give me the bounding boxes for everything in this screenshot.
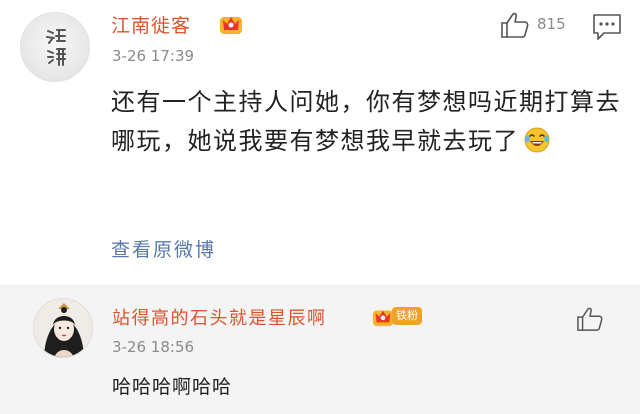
reply-card: 站得高的石头就是星辰啊 铁粉 3-26 18:56 哈哈哈啊哈哈 [0, 285, 640, 414]
post-body: 还有一个主持人问她，你有梦想吗近期打算去哪玩，她说我要有梦想我早就去玩了 [111, 83, 621, 161]
comment-icon[interactable] [592, 13, 622, 41]
reply-badges: 铁粉 [372, 305, 430, 327]
post-card: 江南徙客 3-26 17:39 815 还有一个主持人问她，你有梦想吗近期打算去… [0, 0, 640, 285]
post-username[interactable]: 江南徙客 [111, 11, 191, 38]
reply-username[interactable]: 站得高的石头就是星辰啊 [112, 304, 327, 330]
like-button[interactable]: 815 [500, 11, 580, 39]
view-original-link[interactable]: 查看原微博 [111, 235, 216, 262]
thumbs-up-icon [501, 12, 529, 38]
crown-badge-icon [372, 310, 394, 327]
crown-badge-icon [220, 17, 242, 34]
calligraphy-seal-icon [46, 29, 66, 66]
avatar[interactable] [20, 12, 90, 82]
reply-avatar[interactable] [33, 298, 93, 358]
laughing-tears-emoji-icon [524, 127, 550, 153]
thumbs-up-icon[interactable] [576, 306, 604, 332]
post-timestamp: 3-26 17:39 [112, 47, 195, 65]
fan-level-badge: 铁粉 [392, 307, 422, 325]
like-count: 815 [537, 15, 566, 33]
reply-text: 哈哈哈啊哈哈 [112, 376, 233, 398]
reply-timestamp: 3-26 18:56 [112, 338, 195, 356]
portrait-illustration-icon [34, 299, 92, 357]
